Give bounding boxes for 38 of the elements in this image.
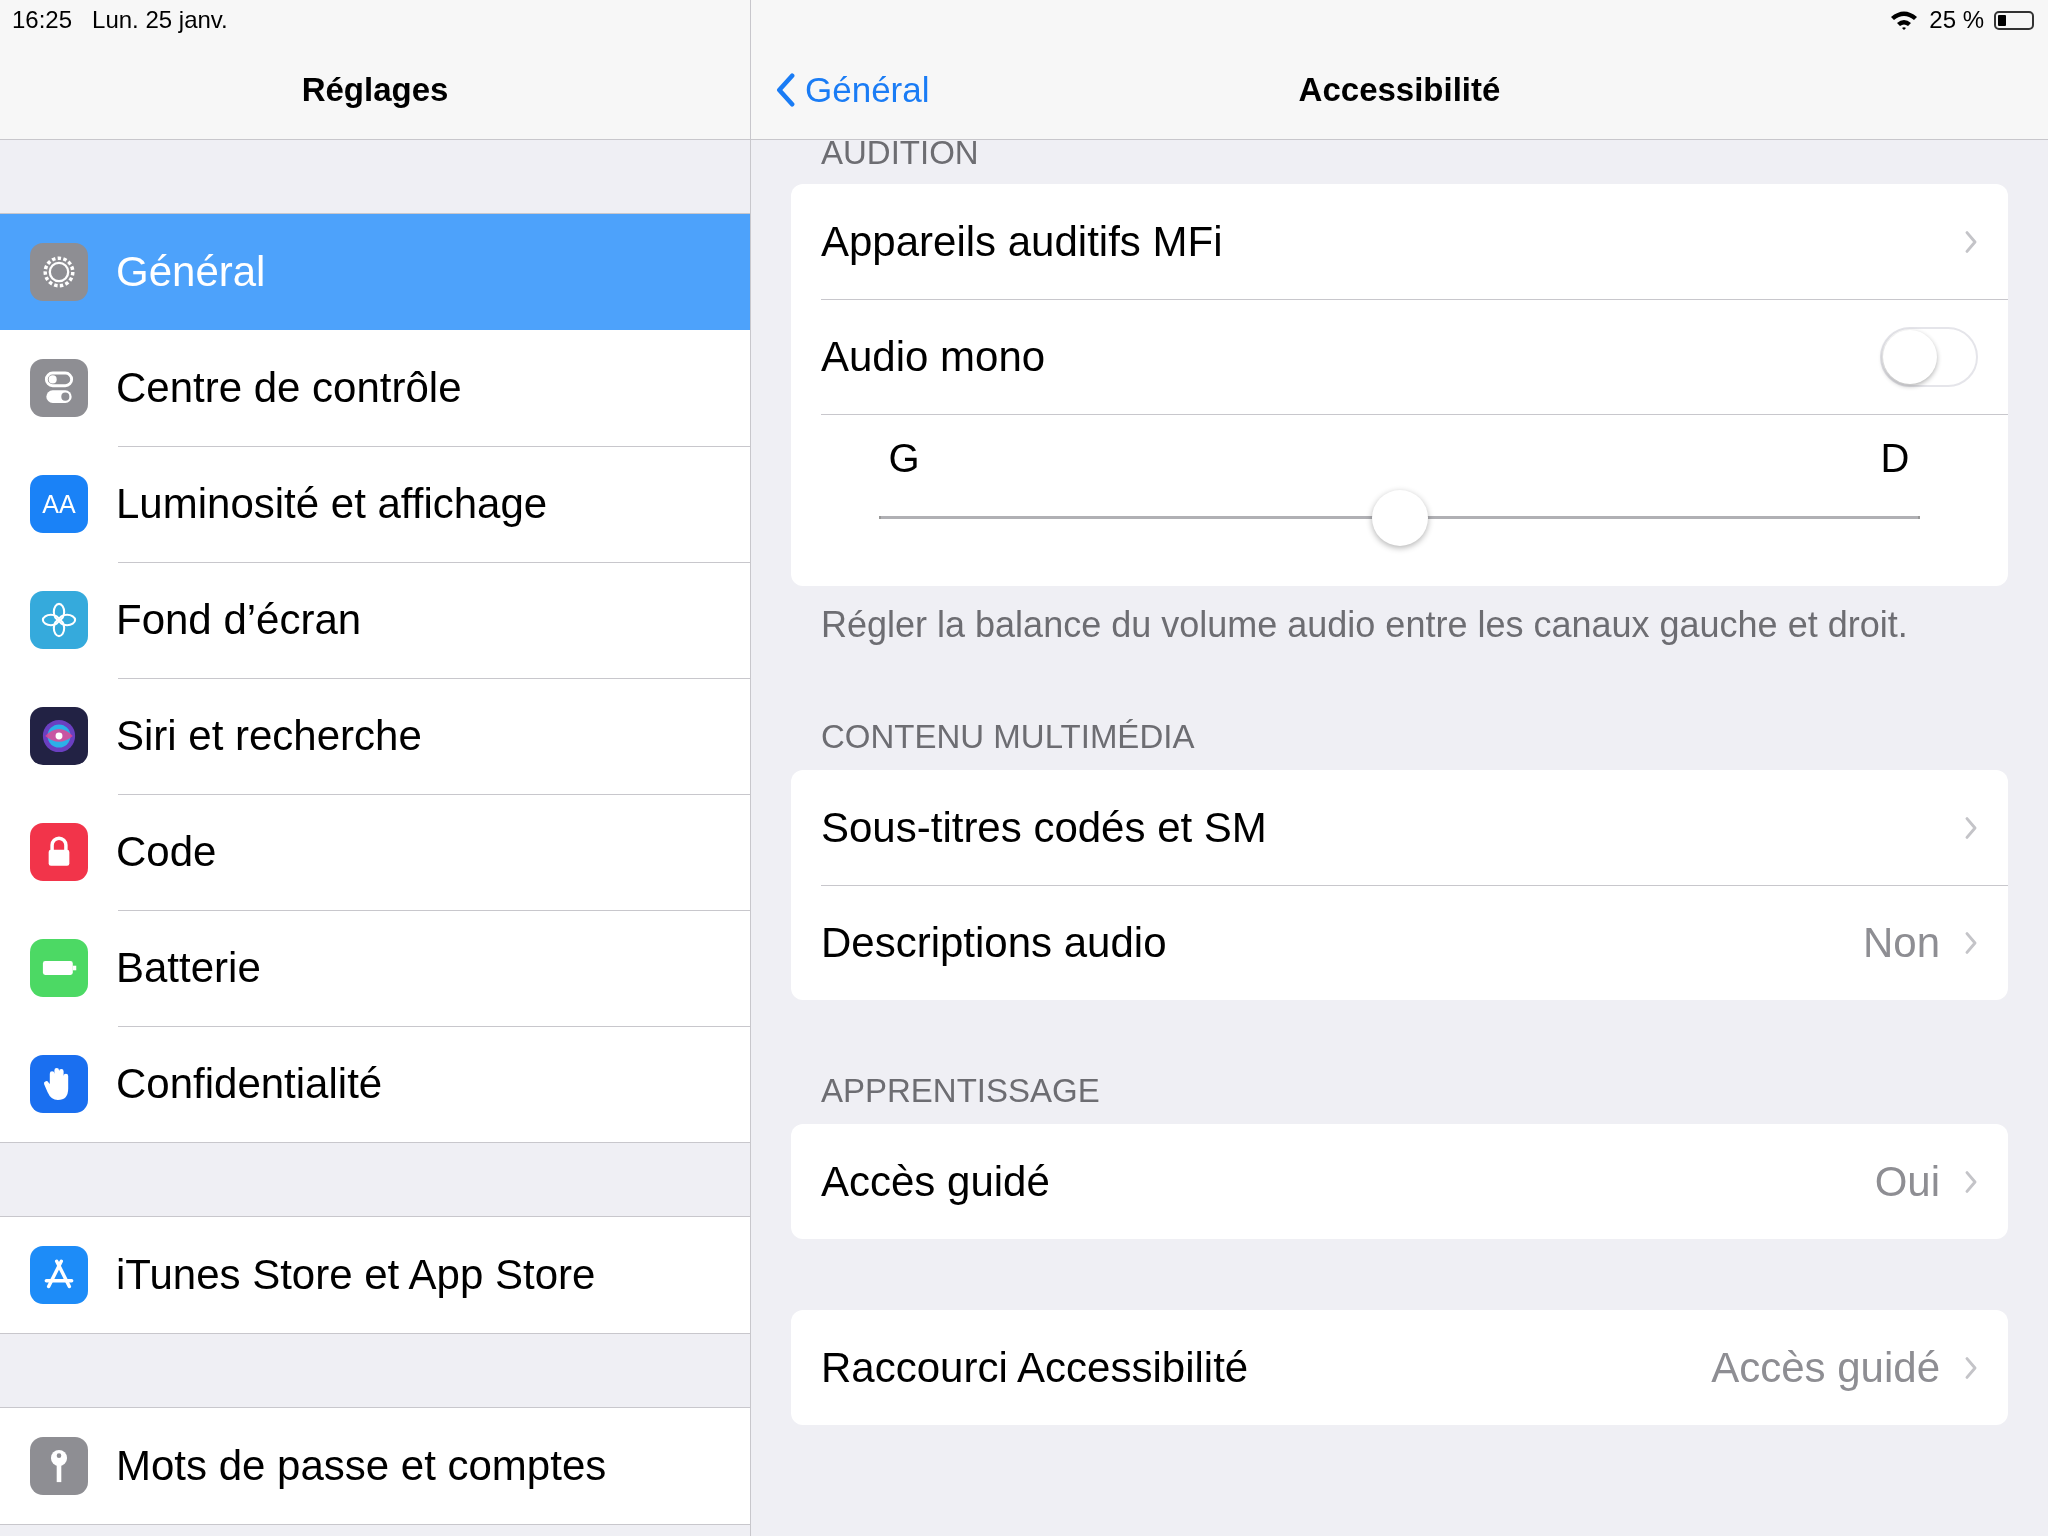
- wifi-icon: [1889, 9, 1920, 31]
- row-value: Non: [1862, 918, 1940, 967]
- section-header: AUDITION: [821, 134, 979, 171]
- row-label: Raccourci Accessibilité: [821, 1343, 1250, 1392]
- settings-row[interactable]: Accès guidé Oui: [791, 1124, 2008, 1239]
- battery-percent: 25 %: [1929, 6, 1984, 34]
- slider-left-label: G: [887, 436, 921, 481]
- settings-app-icon: AA: [30, 475, 88, 533]
- chevron-icon: [1964, 930, 1978, 955]
- section-header: APPRENTISSAGE: [821, 1072, 1100, 1109]
- balance-slider[interactable]: [879, 489, 1920, 547]
- status-time: 16:25: [12, 6, 73, 34]
- chevron-icon: [1964, 1355, 1978, 1380]
- row-label: Appareils auditifs MFi: [821, 217, 1224, 266]
- slider-right-label: D: [1879, 436, 1911, 481]
- section-footer: Régler la balance du volume audio entre les canaux gauche et droit.: [821, 604, 1908, 645]
- toggle-switch[interactable]: [1880, 326, 1978, 387]
- settings-row[interactable]: Raccourci Accessibilité Accès guidé: [791, 1310, 2008, 1425]
- row-label: Descriptions audio: [821, 918, 1168, 967]
- row-label: Accès guidé: [821, 1157, 1051, 1206]
- section-header: CONTENU MULTIMÉDIA: [821, 718, 1195, 755]
- chevron-icon: [1964, 229, 1978, 254]
- sidebar-title: Réglages: [301, 71, 449, 109]
- settings-row[interactable]: Sous-titres codés et SM: [791, 770, 2008, 885]
- back-chevron-icon[interactable]: [775, 72, 795, 108]
- chevron-icon: [1964, 1169, 1978, 1194]
- back-button[interactable]: Général: [775, 70, 930, 110]
- chevron-icon: [1964, 815, 1978, 840]
- slider-thumb[interactable]: [1371, 490, 1428, 546]
- row-label: Sous-titres codés et SM: [821, 803, 1268, 852]
- settings-row[interactable]: Appareils auditifs MFi: [791, 184, 2008, 299]
- row-label: Audio mono: [821, 332, 1047, 381]
- battery-icon: [1994, 10, 2034, 30]
- row-value: Accès guidé: [1711, 1343, 1940, 1392]
- status-date: Lun. 25 janv.: [92, 6, 228, 34]
- page-title: Accessibilité: [1298, 71, 1501, 109]
- row-value: Oui: [1874, 1157, 1940, 1206]
- settings-row[interactable]: Descriptions audio Non: [791, 885, 2008, 1000]
